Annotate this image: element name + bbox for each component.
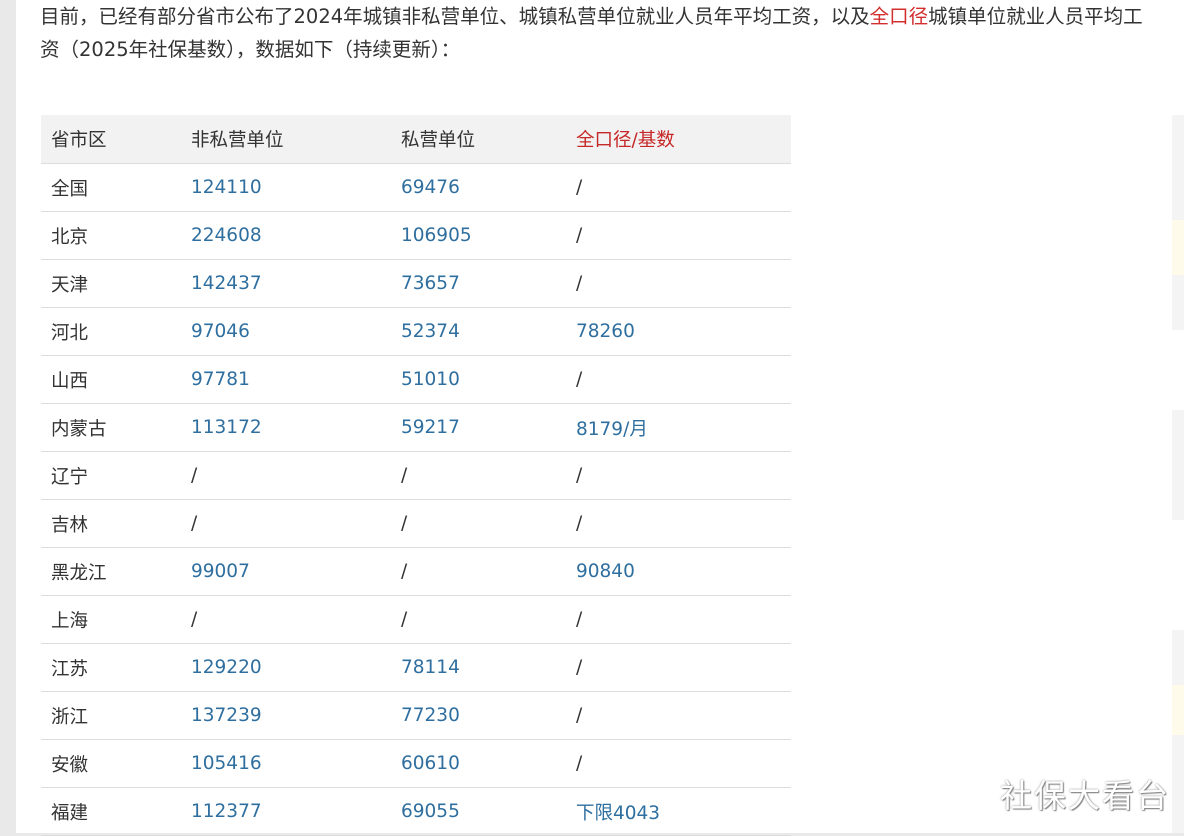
cell-full-caliber: / <box>566 451 791 500</box>
cell-non-private: 124110 <box>181 163 391 212</box>
cell-full-caliber: / <box>566 691 791 740</box>
sidebar-block <box>1172 330 1184 410</box>
cell-full-caliber: 下限4043 <box>566 787 791 836</box>
cell-non-private: 97046 <box>181 307 391 356</box>
cell-province: 福建 <box>41 787 181 836</box>
right-sidebar-edge <box>1172 0 1184 833</box>
cell-province: 内蒙古 <box>41 403 181 452</box>
cell-full-caliber: / <box>566 259 791 308</box>
cell-province: 吉林 <box>41 499 181 548</box>
table-row: 浙江 137239 77230/ <box>41 691 791 740</box>
cell-full-caliber: 78260 <box>566 307 791 356</box>
cell-private: 59217 <box>391 403 566 452</box>
intro-highlight: 全口径 <box>869 5 929 28</box>
intro-text-start: 目前，已经有部分省市公布了2024年城镇非私营单位、城镇私营单位就业人员年平均工… <box>40 5 870 28</box>
cell-province: 上海 <box>41 595 181 644</box>
cell-non-private: / <box>181 499 391 548</box>
cell-full-caliber: 8179/月 <box>566 403 791 452</box>
cell-full-caliber: / <box>566 595 791 644</box>
cell-non-private: / <box>181 451 391 500</box>
cell-province: 辽宁 <box>41 451 181 500</box>
cell-full-caliber: / <box>566 739 791 788</box>
cell-private: 69476 <box>391 163 566 212</box>
cell-province: 山西 <box>41 355 181 404</box>
table-row: 辽宁 / / / <box>41 451 791 500</box>
cell-full-caliber: 90840 <box>566 547 791 596</box>
table-row: 全国 124110 69476/ <box>41 163 791 212</box>
cell-province: 全国 <box>41 163 181 212</box>
cell-province: 浙江 <box>41 691 181 740</box>
table-row: 江苏 129220 78114/ <box>41 643 791 692</box>
cell-province: 河北 <box>41 307 181 356</box>
cell-full-caliber: / <box>566 355 791 404</box>
cell-private: 73657 <box>391 259 566 308</box>
table-row: 北京 224608 106905/ <box>41 211 791 260</box>
cell-non-private: 142437 <box>181 259 391 308</box>
table-body: 全国 124110 69476/北京 224608 106905/天津 142437 736… <box>41 163 791 836</box>
cell-non-private: 112377 <box>181 787 391 836</box>
cell-non-private: 99007 <box>181 547 391 596</box>
cell-private: 106905 <box>391 211 566 260</box>
header-full-caliber: 全口径/基数 <box>566 115 791 164</box>
cell-private: 77230 <box>391 691 566 740</box>
header-private: 私营单位 <box>391 115 566 164</box>
cell-non-private: 113172 <box>181 403 391 452</box>
table-row: 天津 142437 73657/ <box>41 259 791 308</box>
table-row: 山西 97781 51010/ <box>41 355 791 404</box>
cell-province: 北京 <box>41 211 181 260</box>
cell-private: / <box>391 499 566 548</box>
cell-private: 78114 <box>391 643 566 692</box>
cell-private: 52374 <box>391 307 566 356</box>
cell-non-private: 97781 <box>181 355 391 404</box>
table-row: 福建 112377 69055 下限4043 <box>41 787 791 836</box>
cell-full-caliber: / <box>566 211 791 260</box>
article-body: 目前，已经有部分省市公布了2024年城镇非私营单位、城镇私营单位就业人员年平均工… <box>16 0 1172 836</box>
table-row: 黑龙江 99007/90840 <box>41 547 791 596</box>
sidebar-block <box>1172 220 1184 275</box>
cell-non-private: 137239 <box>181 691 391 740</box>
cell-private: / <box>391 451 566 500</box>
cell-non-private: 129220 <box>181 643 391 692</box>
wage-table: 省市区 非私营单位 私营单位 全口径/基数 全国 124110 69476/北京 22… <box>41 115 791 836</box>
header-province: 省市区 <box>41 115 181 164</box>
cell-full-caliber: / <box>566 163 791 212</box>
cell-non-private: 224608 <box>181 211 391 260</box>
intro-paragraph: 目前，已经有部分省市公布了2024年城镇非私营单位、城镇私营单位就业人员年平均工… <box>40 0 1160 66</box>
cell-full-caliber: / <box>566 499 791 548</box>
cell-province: 天津 <box>41 259 181 308</box>
table-row: 安徽 105416 60610/ <box>41 739 791 788</box>
cell-private: 69055 <box>391 787 566 836</box>
cell-private: / <box>391 595 566 644</box>
cell-province: 安徽 <box>41 739 181 788</box>
cell-private: / <box>391 547 566 596</box>
cell-non-private: / <box>181 595 391 644</box>
cell-private: 60610 <box>391 739 566 788</box>
cell-private: 51010 <box>391 355 566 404</box>
watermark: 社保大看台 <box>999 777 1170 815</box>
cell-full-caliber: / <box>566 643 791 692</box>
cell-province: 黑龙江 <box>41 547 181 596</box>
cell-non-private: 105416 <box>181 739 391 788</box>
sidebar-block <box>1172 0 1184 115</box>
sidebar-block <box>1172 685 1184 735</box>
sidebar-block <box>1172 520 1184 630</box>
table-row: 河北 97046 52374 78260 <box>41 307 791 356</box>
cell-province: 江苏 <box>41 643 181 692</box>
header-non-private: 非私营单位 <box>181 115 391 164</box>
table-row: 内蒙古 113172 59217 8179/月 <box>41 403 791 452</box>
table-row: 吉林 / / / <box>41 499 791 548</box>
table-row: 上海 / / / <box>41 595 791 644</box>
table-header-row: 省市区 非私营单位 私营单位 全口径/基数 <box>41 115 791 164</box>
